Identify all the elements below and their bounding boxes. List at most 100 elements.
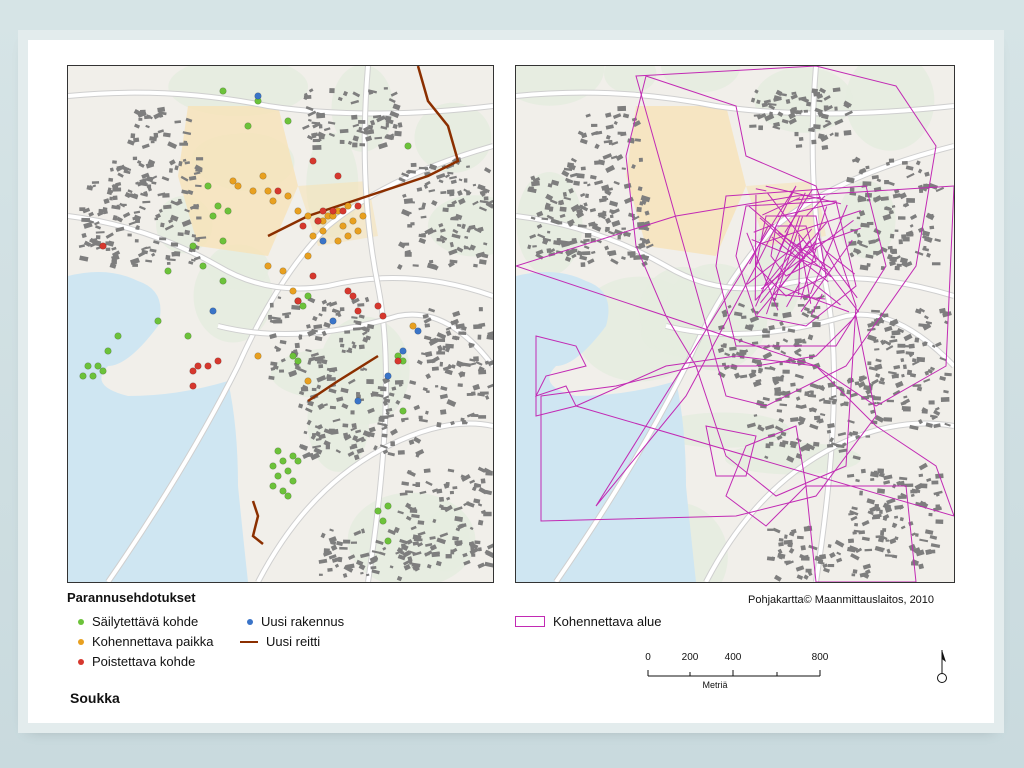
remove-point bbox=[99, 242, 107, 250]
north-arrow-icon bbox=[937, 650, 947, 683]
remove-point bbox=[379, 312, 387, 320]
new-building-point bbox=[329, 317, 337, 325]
legend-item-keep: Säilytettävä kohde bbox=[78, 614, 198, 629]
remove-point bbox=[194, 362, 202, 370]
map-left-improvement-points[interactable] bbox=[67, 65, 494, 583]
keep-point bbox=[294, 357, 302, 365]
red-dot-icon bbox=[78, 658, 84, 665]
remove-point bbox=[344, 287, 352, 295]
place-name: Soukka bbox=[70, 690, 120, 706]
slide: Parannusehdotukset Säilytettävä kohde Ko… bbox=[28, 40, 994, 723]
remove-point bbox=[274, 187, 282, 195]
improve-point bbox=[304, 212, 312, 220]
keep-point bbox=[274, 472, 282, 480]
keep-point bbox=[164, 267, 172, 275]
improve-point bbox=[304, 377, 312, 385]
remove-point bbox=[309, 272, 317, 280]
improve-point bbox=[409, 322, 417, 330]
map-left-canvas bbox=[68, 66, 493, 582]
improve-point bbox=[339, 222, 347, 230]
remove-point bbox=[339, 207, 347, 215]
improve-point bbox=[254, 352, 262, 360]
scale-bar: 0 200 400 800 Metriä bbox=[640, 652, 840, 692]
keep-point bbox=[279, 487, 287, 495]
keep-point bbox=[289, 352, 297, 360]
area-polygon-icon bbox=[515, 616, 545, 627]
keep-point bbox=[244, 122, 252, 130]
keep-point bbox=[219, 87, 227, 95]
improve-point bbox=[229, 177, 237, 185]
map-right-canvas bbox=[516, 66, 954, 582]
keep-point bbox=[79, 372, 87, 380]
keep-point bbox=[114, 332, 122, 340]
remove-point bbox=[189, 367, 197, 375]
keep-point bbox=[284, 467, 292, 475]
keep-point bbox=[224, 207, 232, 215]
improve-point bbox=[234, 182, 242, 190]
keep-point bbox=[374, 507, 382, 515]
remove-point bbox=[374, 302, 382, 310]
keep-point bbox=[284, 117, 292, 125]
orange-dot-icon bbox=[78, 638, 84, 645]
scale-bar-graphic bbox=[647, 670, 821, 677]
improve-point bbox=[304, 252, 312, 260]
map-right-improvement-areas[interactable] bbox=[515, 65, 955, 583]
keep-point bbox=[219, 277, 227, 285]
legend-item-remove: Poistettava kohde bbox=[78, 654, 195, 669]
keep-point bbox=[384, 537, 392, 545]
keep-point bbox=[279, 457, 287, 465]
remove-point bbox=[189, 382, 197, 390]
green-dot-icon bbox=[78, 618, 84, 625]
keep-point bbox=[289, 452, 297, 460]
legend-label-keep: Säilytettävä kohde bbox=[92, 614, 199, 629]
improve-point bbox=[269, 197, 277, 205]
legend-item-new-building: Uusi rakennus bbox=[247, 614, 344, 629]
scale-unit: Metriä bbox=[702, 680, 728, 690]
remove-point bbox=[319, 207, 327, 215]
new-building-point bbox=[384, 372, 392, 380]
keep-point bbox=[379, 517, 387, 525]
keep-point bbox=[104, 347, 112, 355]
keep-point bbox=[84, 362, 92, 370]
improve-point bbox=[289, 287, 297, 295]
improve-point bbox=[279, 267, 287, 275]
legend-label-improve-area: Kohennettava alue bbox=[553, 614, 662, 629]
improve-point bbox=[309, 232, 317, 240]
improve-point bbox=[354, 227, 362, 235]
keep-point bbox=[274, 447, 282, 455]
legend-item-new-route: Uusi reitti bbox=[240, 634, 320, 649]
keep-point bbox=[184, 332, 192, 340]
remove-point bbox=[314, 217, 322, 225]
improve-point bbox=[294, 207, 302, 215]
improve-point bbox=[344, 202, 352, 210]
improve-area-edge bbox=[754, 194, 757, 301]
new-building-point bbox=[209, 307, 217, 315]
keep-point bbox=[94, 362, 102, 370]
remove-point bbox=[334, 172, 342, 180]
keep-point bbox=[154, 317, 162, 325]
improve-point bbox=[349, 217, 357, 225]
keep-point bbox=[269, 482, 277, 490]
keep-point bbox=[209, 212, 217, 220]
new-building-point bbox=[254, 92, 262, 100]
keep-point bbox=[99, 367, 107, 375]
keep-point bbox=[219, 237, 227, 245]
keep-point bbox=[299, 302, 307, 310]
new-building-point bbox=[414, 327, 422, 335]
keep-point bbox=[214, 202, 222, 210]
keep-point bbox=[289, 477, 297, 485]
improve-point bbox=[249, 187, 257, 195]
legend-title: Parannusehdotukset bbox=[67, 590, 196, 605]
remove-point bbox=[309, 157, 317, 165]
remove-point bbox=[354, 202, 362, 210]
new-building-point bbox=[354, 397, 362, 405]
keep-point bbox=[384, 502, 392, 510]
improve-point bbox=[259, 172, 267, 180]
keep-point bbox=[399, 407, 407, 415]
new-building-point bbox=[399, 347, 407, 355]
new-building-point bbox=[319, 237, 327, 245]
keep-point bbox=[269, 462, 277, 470]
blue-dot-icon bbox=[247, 618, 253, 625]
improve-point bbox=[284, 192, 292, 200]
improve-point bbox=[344, 232, 352, 240]
